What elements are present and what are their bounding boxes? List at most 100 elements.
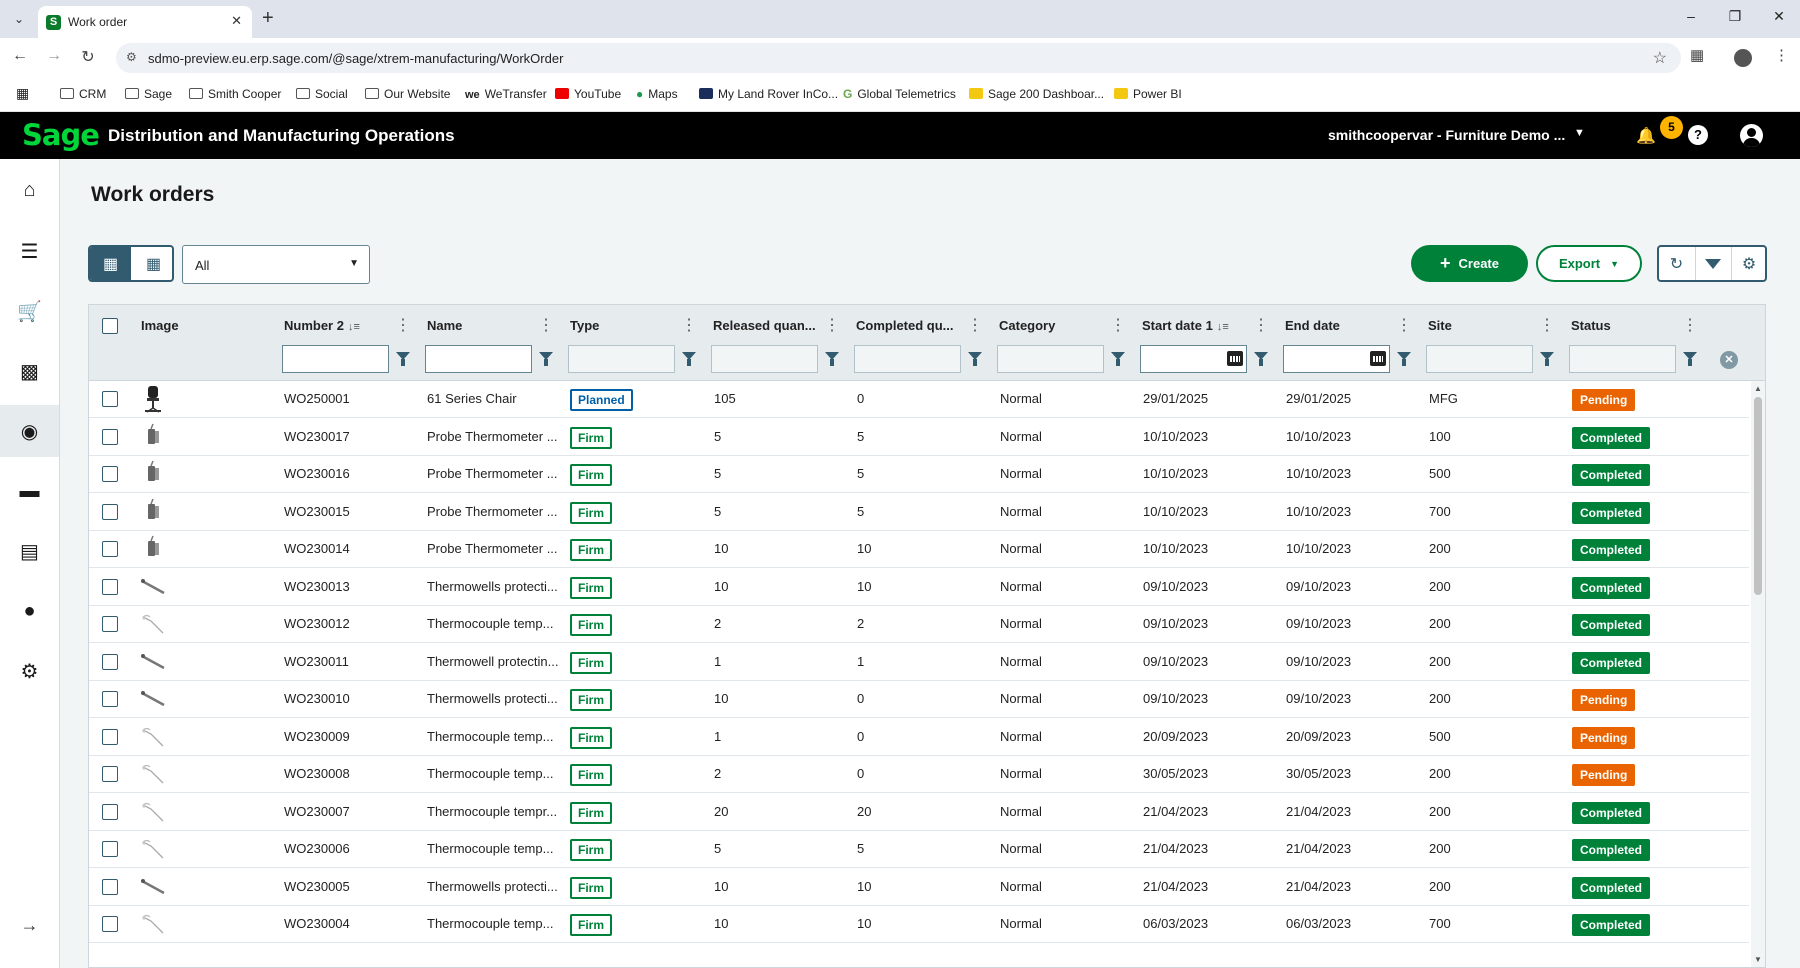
table-view-icon[interactable]: ▦ xyxy=(90,247,131,280)
back-icon[interactable]: ← xyxy=(8,47,32,65)
table-row[interactable]: WO230004 Thermocouple temp... Firm 10 10 Norm… xyxy=(89,906,1749,943)
bookmark-star-icon[interactable]: ☆ xyxy=(1653,48,1667,68)
settings-gear-icon[interactable]: ⚙ xyxy=(1731,247,1766,280)
tenant-selector[interactable]: smithcoopervar - Furniture Demo ... xyxy=(1328,127,1565,143)
column-header-released-quantity[interactable]: Released quan... xyxy=(713,315,816,337)
clear-filters-icon[interactable]: ✕ xyxy=(1720,351,1738,369)
cell-number[interactable]: WO230006 xyxy=(284,841,350,856)
row-checkbox[interactable] xyxy=(102,428,118,445)
apps-grid-icon[interactable]: ▦ xyxy=(16,85,29,102)
home-icon[interactable]: ⌂ xyxy=(0,164,59,216)
table-row[interactable]: WO230007 Thermocouple tempr... Firm 20 20 Nor… xyxy=(89,794,1749,831)
column-header-type[interactable]: Type xyxy=(570,315,599,337)
filter-input-status[interactable] xyxy=(1569,345,1676,373)
column-menu-icon[interactable]: ⋮ xyxy=(967,315,983,337)
view-filter-select[interactable]: All ▼ xyxy=(182,245,370,284)
forward-icon[interactable]: → xyxy=(42,47,66,65)
filter-funnel-icon[interactable] xyxy=(825,352,839,366)
cart-icon[interactable]: 🛒 xyxy=(0,285,59,337)
chevron-down-icon[interactable]: ▼ xyxy=(1574,127,1585,139)
cell-number[interactable]: WO230011 xyxy=(284,654,349,669)
table-row[interactable]: WO230009 Thermocouple temp... Firm 1 0 Normal… xyxy=(89,719,1749,756)
row-checkbox[interactable] xyxy=(102,916,118,932)
column-header-start-date[interactable]: Start date 1 ↓≡ xyxy=(1142,315,1229,337)
refresh-icon[interactable]: ↻ xyxy=(1659,247,1694,280)
row-checkbox[interactable] xyxy=(102,616,118,632)
cell-number[interactable]: WO230016 xyxy=(284,466,350,481)
new-tab-icon[interactable]: + xyxy=(262,7,274,29)
bookmark-sage-200-dashboard[interactable]: Sage 200 Dashboar... xyxy=(969,87,1104,101)
bookmark-maps[interactable]: ● Maps xyxy=(636,87,678,101)
row-checkbox[interactable] xyxy=(102,766,118,782)
filter-funnel-icon[interactable] xyxy=(682,352,696,366)
row-checkbox[interactable] xyxy=(102,878,118,895)
table-row[interactable]: WO230008 Thermocouple temp... Firm 2 0 Normal… xyxy=(89,756,1749,793)
row-checkbox[interactable] xyxy=(102,803,118,820)
cell-number[interactable]: WO230017 xyxy=(284,429,350,444)
cell-number[interactable]: WO230008 xyxy=(284,766,350,781)
column-menu-icon[interactable]: ⋮ xyxy=(681,315,697,337)
sage-logo[interactable]: Sage xyxy=(22,118,100,152)
cell-number[interactable]: WO230004 xyxy=(284,916,350,931)
create-button[interactable]: + Create xyxy=(1411,245,1528,282)
minimize-icon[interactable]: – xyxy=(1676,8,1706,24)
filter-input-type[interactable] xyxy=(568,345,675,373)
table-row[interactable]: WO230013 Thermowells protecti... Firm 10 10 N… xyxy=(89,569,1749,606)
filter-input-released-quantity[interactable] xyxy=(711,345,818,373)
cell-number[interactable]: WO250001 xyxy=(284,391,350,406)
filter-funnel-icon[interactable] xyxy=(1683,352,1697,366)
column-header-end-date[interactable]: End date xyxy=(1285,315,1340,337)
table-row[interactable]: WO230010 Thermowells protecti... Firm 10 0 No… xyxy=(89,681,1749,718)
filter-funnel-icon[interactable] xyxy=(396,352,410,366)
column-menu-icon[interactable]: ⋮ xyxy=(1682,315,1698,337)
bookmark-power-bi[interactable]: Power BI xyxy=(1114,87,1182,101)
column-header-image[interactable]: Image xyxy=(141,315,179,337)
column-menu-icon[interactable]: ⋮ xyxy=(1396,315,1412,337)
table-row[interactable]: WO230014 Probe Thermometer ... Firm 10 10 Nor… xyxy=(89,531,1749,568)
filter-funnel-icon[interactable] xyxy=(1254,352,1268,366)
credit-card-icon[interactable]: ▬ xyxy=(0,465,59,517)
cell-number[interactable]: WO230005 xyxy=(284,879,350,894)
calendar-icon[interactable] xyxy=(1370,351,1386,366)
cell-number[interactable]: WO230014 xyxy=(284,541,350,556)
select-all-checkbox[interactable] xyxy=(102,318,118,334)
calendar-view-icon[interactable]: ▦ xyxy=(133,247,172,280)
grid-scrollbar[interactable]: ▲ ▼ xyxy=(1751,381,1765,967)
expand-menu-arrow-icon[interactable]: → xyxy=(0,915,59,936)
factory-icon[interactable]: ◉ xyxy=(0,405,59,457)
hierarchy-icon[interactable]: ▩ xyxy=(0,345,59,397)
help-icon[interactable]: ? xyxy=(1688,125,1708,145)
row-checkbox[interactable] xyxy=(102,391,118,407)
calendar-icon[interactable] xyxy=(1227,351,1243,366)
filter-funnel-icon[interactable] xyxy=(1540,352,1554,366)
cell-number[interactable]: WO230015 xyxy=(284,504,350,519)
column-header-site[interactable]: Site xyxy=(1428,315,1452,337)
row-checkbox[interactable] xyxy=(102,503,118,520)
bookmark-youtube[interactable]: YouTube xyxy=(555,87,621,101)
column-header-number[interactable]: Number 2 ↓≡ xyxy=(284,315,360,337)
sort-icon[interactable]: ↓≡ xyxy=(1217,321,1229,333)
export-button[interactable]: Export ▼ xyxy=(1536,245,1642,282)
filter-input-site[interactable] xyxy=(1426,345,1533,373)
filter-input-start-date[interactable] xyxy=(1140,345,1247,373)
column-menu-icon[interactable]: ⋮ xyxy=(395,315,411,337)
row-checkbox[interactable] xyxy=(102,653,118,670)
bookmark-global-telemetrics[interactable]: G Global Telemetrics xyxy=(843,87,956,101)
filter-funnel-icon[interactable] xyxy=(968,352,982,366)
browser-menu-icon[interactable]: ⋮ xyxy=(1774,46,1789,64)
row-checkbox[interactable] xyxy=(102,728,118,745)
column-menu-icon[interactable]: ⋮ xyxy=(1110,315,1126,337)
filter-icon[interactable] xyxy=(1695,247,1730,280)
bell-icon[interactable]: 🔔 xyxy=(1636,126,1656,146)
filter-input-completed-quantity[interactable] xyxy=(854,345,961,373)
cell-number[interactable]: WO230007 xyxy=(284,804,350,819)
column-menu-icon[interactable]: ⋮ xyxy=(538,315,554,337)
table-row[interactable]: WO230016 Probe Thermometer ... Firm 5 5 Norma… xyxy=(89,456,1749,493)
row-checkbox[interactable] xyxy=(102,578,118,595)
bookmark-our-website[interactable]: Our Website xyxy=(365,87,450,101)
column-header-status[interactable]: Status xyxy=(1571,315,1611,337)
tab-search-chevron-icon[interactable]: ⌄ xyxy=(8,8,30,30)
bookmark-sage[interactable]: Sage xyxy=(125,87,172,101)
table-row[interactable]: WO230012 Thermocouple temp... Firm 2 2 Normal… xyxy=(89,606,1749,643)
column-menu-icon[interactable]: ⋮ xyxy=(1539,315,1555,337)
